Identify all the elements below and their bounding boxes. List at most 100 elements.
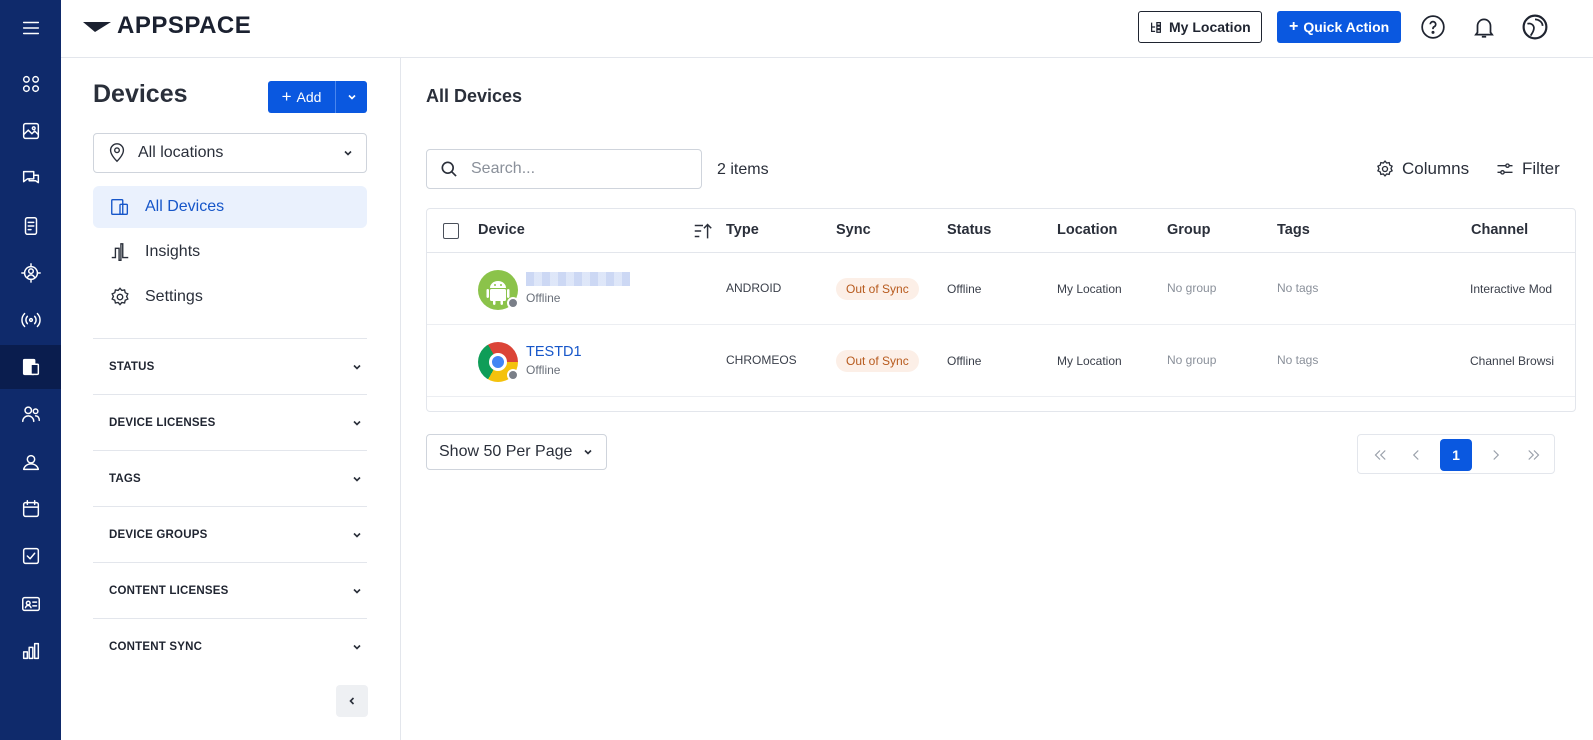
logo-mark-icon	[83, 22, 111, 32]
chevron-left-icon	[349, 697, 355, 705]
offline-indicator	[507, 369, 519, 381]
nav-rail	[0, 0, 61, 740]
filter-label: TAGS	[109, 472, 141, 485]
next-page-icon[interactable]	[1480, 435, 1512, 475]
chevron-down-icon	[353, 364, 361, 370]
filter-device-licenses[interactable]: DEVICE LICENSES	[93, 394, 367, 450]
add-label: Add	[296, 89, 322, 105]
analytics-icon[interactable]	[0, 629, 61, 673]
filter-label: DEVICE GROUPS	[109, 528, 208, 541]
main-content: All Devices 2 items Columns Filter Devic…	[402, 58, 1593, 740]
device-name-redacted[interactable]	[526, 272, 630, 286]
places-icon[interactable]	[0, 251, 61, 295]
location-tree-icon	[1151, 22, 1161, 33]
menu-icon[interactable]	[0, 6, 61, 50]
columns-button[interactable]: Columns	[1375, 159, 1469, 179]
select-all-checkbox[interactable]	[443, 223, 459, 239]
devices-icon[interactable]	[0, 345, 61, 389]
profile-icon[interactable]	[0, 440, 61, 484]
library-icon[interactable]	[0, 109, 61, 153]
column-header-status[interactable]: Status	[947, 222, 991, 238]
sliders-icon	[1497, 163, 1513, 175]
device-channel: Interactive Mod	[1470, 282, 1553, 296]
column-header-sync[interactable]: Sync	[836, 222, 871, 238]
page-title: Devices	[93, 80, 188, 108]
sync-badge: Out of Sync	[836, 278, 919, 300]
appspace-logo[interactable]: APPSPACE	[81, 12, 251, 40]
table-row[interactable]: TESTD1 Offline CHROMEOS Out of Sync Offl…	[427, 325, 1575, 397]
table-row[interactable]: Offline ANDROID Out of Sync Offline My L…	[427, 253, 1575, 325]
device-location: My Location	[1057, 354, 1122, 368]
id-card-icon[interactable]	[0, 582, 61, 626]
dashboard-icon[interactable]	[0, 62, 61, 106]
avatar[interactable]	[1520, 12, 1550, 42]
device-name[interactable]: TESTD1	[526, 344, 582, 360]
filter-content-sync[interactable]: CONTENT SYNC	[93, 618, 367, 674]
device-group: No group	[1167, 281, 1217, 295]
chevron-down-icon	[353, 476, 361, 482]
add-button-group: + Add	[268, 81, 367, 113]
item-count: 2 items	[717, 161, 769, 178]
users-icon[interactable]	[0, 392, 61, 436]
previous-page-icon[interactable]	[1400, 435, 1432, 475]
collapse-sidebar-button[interactable]	[336, 685, 368, 717]
column-header-channel[interactable]: Channel	[1471, 222, 1528, 238]
device-group: No group	[1167, 353, 1217, 367]
devices-table: Device Type Sync Status Location Group T…	[426, 208, 1576, 412]
search-input[interactable]	[471, 160, 671, 178]
device-status-sub: Offline	[526, 291, 561, 305]
filter-status[interactable]: STATUS	[93, 338, 367, 394]
filter-button[interactable]: Filter	[1495, 159, 1560, 179]
brand-name: APPSPACE	[117, 12, 252, 39]
plus-icon: +	[281, 87, 292, 106]
bell-icon[interactable]	[1469, 12, 1499, 42]
column-header-type[interactable]: Type	[726, 222, 759, 238]
nav-item-settings[interactable]: Settings	[93, 276, 367, 318]
sync-badge: Out of Sync	[836, 350, 919, 372]
column-header-tags[interactable]: Tags	[1277, 222, 1310, 238]
per-page-select[interactable]: Show 50 Per Page	[426, 434, 608, 470]
help-icon[interactable]	[1418, 12, 1448, 42]
quick-action-button[interactable]: + Quick Action	[1277, 11, 1402, 43]
tasks-icon[interactable]	[0, 534, 61, 578]
filter-tags[interactable]: TAGS	[93, 450, 367, 506]
nav-item-insights[interactable]: Insights	[93, 231, 367, 273]
add-button[interactable]: + Add	[268, 81, 335, 113]
device-tags: No tags	[1277, 353, 1319, 367]
location-select-value: All locations	[138, 144, 224, 161]
last-page-icon[interactable]	[1518, 435, 1550, 475]
filter-device-groups[interactable]: DEVICE GROUPS	[93, 506, 367, 562]
calendar-icon[interactable]	[0, 487, 61, 531]
devices-sidebar: Devices + Add All locations All Devices …	[61, 58, 401, 740]
first-page-icon[interactable]	[1364, 435, 1396, 475]
pagination: 1	[1357, 434, 1555, 474]
documents-icon[interactable]	[0, 204, 61, 248]
my-location-button[interactable]: My Location	[1138, 11, 1262, 43]
sort-ascending-icon[interactable]	[692, 220, 714, 242]
column-header-location[interactable]: Location	[1057, 222, 1117, 238]
page-number-current[interactable]: 1	[1440, 439, 1472, 471]
chevron-down-icon	[347, 94, 356, 100]
section-title: All Devices	[426, 86, 523, 106]
location-select[interactable]: All locations	[93, 133, 367, 173]
chevron-down-icon	[344, 150, 352, 156]
table-header: Device Type Sync Status Location Group T…	[427, 209, 1575, 253]
device-channel: Channel Browsi	[1470, 354, 1555, 368]
device-type: CHROMEOS	[726, 353, 797, 367]
add-dropdown-button[interactable]	[335, 81, 367, 113]
filter-content-licenses[interactable]: CONTENT LICENSES	[93, 562, 367, 618]
broadcast-icon[interactable]	[0, 298, 61, 342]
nav-item-all-devices[interactable]: All Devices	[93, 186, 367, 228]
column-header-device[interactable]: Device	[478, 222, 525, 238]
device-type: ANDROID	[726, 281, 782, 295]
devices-icon	[111, 198, 129, 216]
chevron-down-icon	[584, 449, 592, 455]
offline-indicator	[507, 297, 519, 309]
nav-item-label: Settings	[145, 288, 203, 305]
column-header-group[interactable]: Group	[1167, 222, 1211, 238]
messages-icon[interactable]	[0, 156, 61, 200]
chevron-down-icon	[353, 420, 361, 426]
chevron-down-icon	[353, 532, 361, 538]
search-box	[426, 149, 702, 189]
device-status: Offline	[947, 282, 982, 296]
